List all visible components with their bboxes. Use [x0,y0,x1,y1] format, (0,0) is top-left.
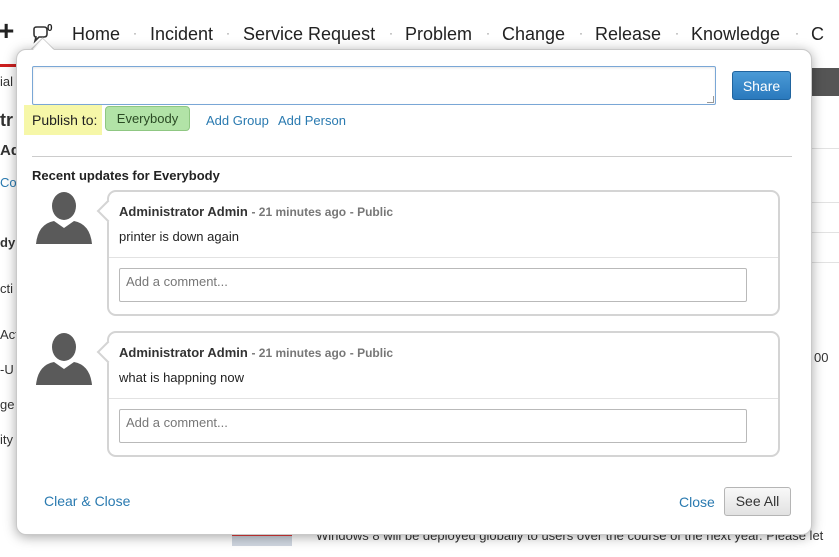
bg-dark-bar [812,68,839,96]
nav-problem[interactable]: Problem [405,24,472,45]
nav-more[interactable]: C [811,24,824,45]
bg-text-fragment: ial [0,74,14,89]
nav-separator: · [226,26,230,40]
nav-change[interactable]: Change [502,24,565,45]
bg-text-fragment: cti [0,281,13,296]
post-divider [109,257,778,258]
nav-home[interactable]: Home [72,24,120,45]
close-link[interactable]: Close [679,494,715,510]
comment-input[interactable]: Add a comment... [119,409,747,443]
nav-separator: · [795,26,799,40]
nav-separator: · [675,26,679,40]
user-avatar-icon [36,192,92,244]
post-header: Administrator Admin - 21 minutes ago - P… [119,204,393,219]
post-time: - 21 minutes ago [251,346,347,360]
publish-to-label: Publish to: [32,112,98,128]
bg-text-fragment: -U [0,362,14,377]
post-text: what is happning now [119,370,245,385]
bg-text-fragment: ity [0,432,13,447]
post-time: - 21 minutes ago [251,205,347,219]
post-divider [109,398,778,399]
resize-grip-icon[interactable] [707,96,714,103]
post-visibility: - Public [349,346,394,360]
feed-title: Recent updates for Everybody [32,168,220,183]
bg-heading-fragment: tr [0,110,13,130]
post-visibility: - Public [349,205,394,219]
bg-link-fragment[interactable]: Co [0,175,17,190]
audience-everybody-chip[interactable]: Everybody [105,106,190,131]
post-text: printer is down again [119,229,239,244]
nav-separator: · [389,26,393,40]
see-all-button[interactable]: See All [724,487,791,516]
bg-text-fragment: dy [0,235,16,250]
post-author[interactable]: Administrator Admin [119,345,248,360]
user-avatar-icon [36,333,92,385]
bg-divider [810,148,839,149]
share-button[interactable]: Share [732,71,791,100]
bg-divider [810,202,839,203]
nav-knowledge[interactable]: Knowledge [691,24,780,45]
bg-text-fragment: ge [0,397,15,412]
nav-service-request[interactable]: Service Request [243,24,375,45]
plus-icon[interactable]: + [0,16,14,46]
nav-separator: · [486,26,490,40]
section-divider [32,156,792,157]
post-author[interactable]: Administrator Admin [119,204,248,219]
share-message-input[interactable] [32,66,716,105]
post-header: Administrator Admin - 21 minutes ago - P… [119,345,393,360]
add-group-link[interactable]: Add Group [206,113,269,128]
bg-divider [810,262,839,263]
bg-text-fragment: 00 [814,350,829,365]
feed-post: Administrator Admin - 21 minutes ago - P… [96,190,780,316]
nav-incident[interactable]: Incident [150,24,213,45]
comment-input[interactable]: Add a comment... [119,268,747,302]
bg-divider [810,232,839,233]
chat-count-badge: 0 [47,23,53,34]
nav-release[interactable]: Release [595,24,661,45]
nav-separator: · [579,26,583,40]
add-person-link[interactable]: Add Person [278,113,346,128]
nav-separator: · [133,26,137,40]
feed-post: Administrator Admin - 21 minutes ago - P… [96,331,780,457]
clear-and-close-link[interactable]: Clear & Close [44,493,130,509]
